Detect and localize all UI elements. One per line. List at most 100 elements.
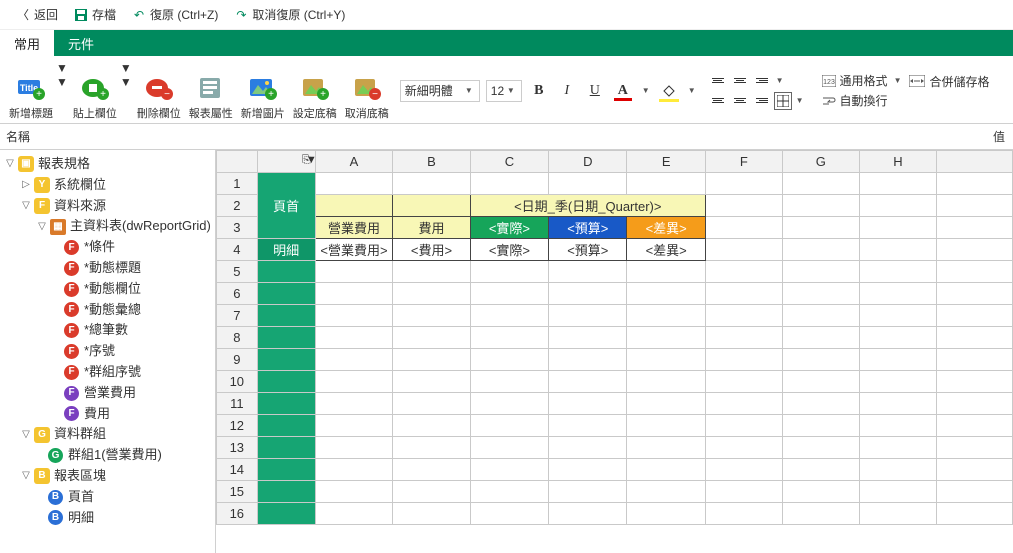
col-header[interactable]: A xyxy=(315,151,393,173)
select-all-corner[interactable] xyxy=(217,151,258,173)
spreadsheet[interactable]: ⎘ ▼ A B C D E F G H 1 頁首 2 <日期_季(日期_Quar… xyxy=(216,150,1013,553)
tree-item-dyncol[interactable]: F*動態欄位 xyxy=(4,279,215,300)
letter-f-icon: F xyxy=(64,406,79,421)
back-button[interactable]: 〈 返回 xyxy=(10,3,64,26)
alignment-group: ▼ ▼ xyxy=(708,72,806,110)
fill-color-button[interactable] xyxy=(658,80,680,102)
row-1[interactable]: 1 頁首 xyxy=(217,173,1013,195)
tree-blocks[interactable]: ▽B報表區塊 xyxy=(4,466,215,487)
align-center-button[interactable] xyxy=(730,92,750,110)
tree-item-total[interactable]: F*總筆數 xyxy=(4,320,215,341)
tree-datagroup[interactable]: ▽G資料群組 xyxy=(4,424,215,445)
delete-field-button[interactable]: − 刪除欄位 xyxy=(134,61,184,121)
undo-label: 復原 (Ctrl+Z) xyxy=(150,6,218,23)
paste-icon: + xyxy=(80,73,110,103)
tree-item-seq[interactable]: F*序號 xyxy=(4,341,215,362)
delete-icon: − xyxy=(144,73,174,103)
redo-button[interactable]: ↷ 取消復原 (Ctrl+Y) xyxy=(228,3,351,26)
col-header[interactable]: B xyxy=(393,151,471,173)
dropdown-caret-icon[interactable]: ▼▼ xyxy=(56,61,68,89)
section-header-corner[interactable]: ⎘ ▼ xyxy=(257,151,315,173)
save-button[interactable]: 存檔 xyxy=(68,3,122,26)
properties-icon xyxy=(196,73,226,103)
align-right-button[interactable] xyxy=(752,92,772,110)
chevron-down-icon: ▼ xyxy=(306,154,317,166)
report-prop-button[interactable]: 報表屬性 xyxy=(186,61,236,121)
row-3[interactable]: 3 營業費用 費用 <實際> <預算> <差異> xyxy=(217,217,1013,239)
wrap-icon xyxy=(822,95,836,107)
tab-strip: 常用 元件 xyxy=(0,30,1013,56)
chevron-down-icon[interactable]: ▼ xyxy=(642,86,650,95)
col-header[interactable]: D xyxy=(549,151,627,173)
letter-b-icon: B xyxy=(48,510,63,525)
letter-f-icon: F xyxy=(64,240,79,255)
add-image-button[interactable]: + 新增圖片 xyxy=(238,61,288,121)
set-template-button[interactable]: + 設定底稿 xyxy=(290,61,340,121)
add-title-button[interactable]: Title+ 新增標題 xyxy=(6,61,56,121)
font-color-button[interactable]: A xyxy=(612,80,634,102)
underline-button[interactable]: U xyxy=(584,80,606,102)
ribbon: Title+ 新增標題 ▼▼ + 貼上欄位 ▼▼ − 刪除欄位 報表屬性 + 新… xyxy=(0,56,1013,124)
merge-cells-button[interactable]: 合併儲存格 xyxy=(909,73,989,90)
tree-syscols[interactable]: ▷Y系統欄位 xyxy=(4,175,215,196)
col-header[interactable]: F xyxy=(705,151,782,173)
svg-text:+: + xyxy=(100,89,106,100)
chevron-down-icon[interactable]: ▼ xyxy=(796,96,804,105)
cancel-template-icon: − xyxy=(352,73,382,103)
tree-group1[interactable]: G群組1(營業費用) xyxy=(4,445,215,466)
valign-top-button[interactable] xyxy=(708,72,728,90)
tab-component[interactable]: 元件 xyxy=(54,30,108,56)
tree-datasource[interactable]: ▽F資料來源 xyxy=(4,196,215,217)
tree-item-cond[interactable]: F*條件 xyxy=(4,237,215,258)
col-header[interactable] xyxy=(936,151,1012,173)
tree-item-expense[interactable]: F費用 xyxy=(4,404,215,425)
wrap-text-button[interactable]: 自動換行 xyxy=(822,92,904,109)
valign-bottom-button[interactable] xyxy=(752,72,772,90)
dropdown-caret-icon[interactable]: ▼▼ xyxy=(120,61,132,89)
cancel-template-button[interactable]: − 取消底稿 xyxy=(342,61,392,121)
chevron-down-icon[interactable]: ▼ xyxy=(688,86,696,95)
cell-date-quarter[interactable]: <日期_季(日期_Quarter)> xyxy=(470,195,705,217)
align-left-button[interactable] xyxy=(708,92,728,110)
tab-common[interactable]: 常用 xyxy=(0,30,54,56)
letter-g-icon: G xyxy=(34,427,50,443)
tree-item-dyntitle[interactable]: F*動態標題 xyxy=(4,258,215,279)
col-header[interactable]: C xyxy=(470,151,548,173)
font-group: 新細明體▼ 12▼ B I U A ▼ ▼ xyxy=(400,80,698,102)
paste-field-button[interactable]: + 貼上欄位 xyxy=(70,61,120,121)
tree-item-groupseq[interactable]: F*群組序號 xyxy=(4,362,215,383)
letter-f-icon: F xyxy=(64,282,79,297)
col-header[interactable]: G xyxy=(782,151,859,173)
number-format-select[interactable]: 123 通用格式 ▼ xyxy=(822,72,904,89)
valign-middle-button[interactable] xyxy=(730,72,750,90)
tree-maintable[interactable]: ▽▦主資料表(dwReportGrid) xyxy=(4,216,215,237)
undo-button[interactable]: ↶ 復原 (Ctrl+Z) xyxy=(126,3,224,26)
bold-button[interactable]: B xyxy=(528,80,550,102)
redo-label: 取消復原 (Ctrl+Y) xyxy=(252,6,345,23)
font-name-select[interactable]: 新細明體▼ xyxy=(400,80,480,102)
letter-y-icon: Y xyxy=(34,177,50,193)
section-header[interactable]: 頁首 xyxy=(257,173,315,239)
section-detail[interactable]: 明細 xyxy=(257,239,315,261)
merge-icon xyxy=(909,75,925,87)
tree-block-header[interactable]: B頁首 xyxy=(4,487,215,508)
save-label: 存檔 xyxy=(92,6,116,23)
undo-icon: ↶ xyxy=(132,8,146,22)
redo-icon: ↷ xyxy=(234,8,248,22)
tree-item-dynsum[interactable]: F*動態彙總 xyxy=(4,300,215,321)
name-label: 名稱 xyxy=(0,128,216,145)
col-header[interactable]: E xyxy=(627,151,705,173)
value-label: 值 xyxy=(993,128,1013,145)
row-4[interactable]: 4 明細 <營業費用> <費用> <實際> <預算> <差異> xyxy=(217,239,1013,261)
font-size-select[interactable]: 12▼ xyxy=(486,80,522,102)
chevron-down-icon[interactable]: ▼ xyxy=(776,76,784,85)
italic-button[interactable]: I xyxy=(556,80,578,102)
row-2[interactable]: 2 <日期_季(日期_Quarter)> xyxy=(217,195,1013,217)
tree-block-detail[interactable]: B明細 xyxy=(4,508,215,529)
border-button[interactable] xyxy=(774,92,792,110)
col-header[interactable]: H xyxy=(859,151,936,173)
svg-text:+: + xyxy=(268,89,274,100)
tree-root[interactable]: ▽▣報表規格 xyxy=(4,154,215,175)
letter-b-icon: B xyxy=(34,468,50,484)
tree-item-opexpense[interactable]: F營業費用 xyxy=(4,383,215,404)
